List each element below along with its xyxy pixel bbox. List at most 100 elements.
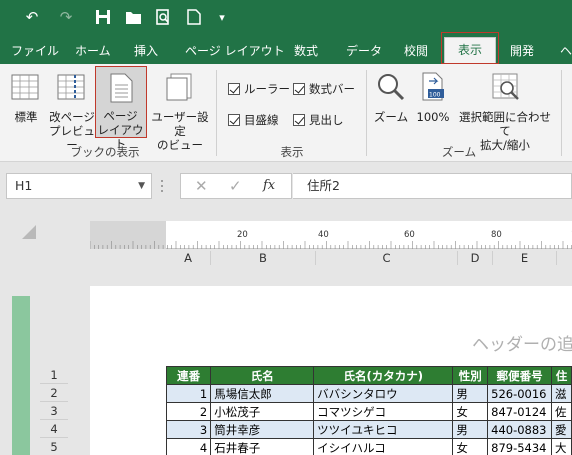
custom-views-label: ユーザー設定 のビュー (151, 110, 209, 152)
title-bar: ↶ ↷ ▾ (0, 0, 572, 36)
name-box-value: H1 (15, 178, 33, 193)
column-header-b[interactable]: B (211, 251, 316, 265)
page-break-preview-button[interactable]: 改ページ プレビュー (48, 70, 96, 152)
tab-home[interactable]: ホーム (75, 42, 111, 62)
table-cell[interactable]: 愛 (551, 420, 572, 439)
headings-checkbox-label: 見出し (309, 113, 344, 127)
table-row: 4 石井春子 イシイハルコ 女 879-5434 大 (165, 438, 572, 455)
header-cell[interactable]: 連番 (165, 366, 212, 385)
table-cell[interactable]: 440-0883 (487, 420, 553, 439)
table-cell[interactable]: 3 (165, 420, 212, 439)
gridlines-check-icon (228, 114, 240, 126)
table-cell[interactable]: 大 (551, 438, 572, 455)
ruler-number: 60 (404, 230, 415, 240)
zoom-to-selection-button[interactable]: 選択範囲に合わせて 拡大/縮小 (455, 70, 555, 152)
header-cell[interactable]: 郵便番号 (487, 366, 553, 385)
table-cell[interactable]: 小松茂子 (210, 402, 315, 421)
table-cell[interactable]: 男 (452, 384, 489, 403)
book-view-group-label: ブックの表示 (70, 145, 140, 159)
tab-insert[interactable]: 挿入 (134, 42, 158, 62)
column-header-a[interactable]: A (166, 251, 211, 265)
show-group-label: 表示 (280, 145, 304, 159)
cancel-icon[interactable]: ✕ (195, 177, 208, 195)
gridlines-checkbox[interactable]: 目盛線 (228, 112, 279, 128)
column-header-e[interactable]: E (493, 251, 557, 265)
page-layout-view-button[interactable]: ページ レイアウト (95, 66, 147, 151)
vertical-ruler-shade (12, 296, 30, 455)
add-header-placeholder[interactable]: ヘッダーの追加 (472, 330, 572, 355)
customize-qat-icon[interactable]: ▾ (214, 6, 230, 28)
name-box-dropdown-icon[interactable]: ▼ (138, 174, 145, 198)
vertical-ruler (0, 286, 30, 455)
name-box[interactable]: H1 ▼ (6, 173, 152, 199)
header-cell[interactable]: 住 (551, 366, 572, 385)
table-row: 1 馬場信太郎 ババシンタロウ 男 526-0016 滋 (165, 384, 572, 403)
header-cell[interactable]: 氏名 (210, 366, 315, 385)
table-row: 3 筒井幸彦 ツツイユキヒコ 男 440-0883 愛 (165, 420, 572, 439)
formula-input[interactable]: 住所2 (293, 173, 572, 199)
ruler-number: 80 (491, 230, 502, 240)
table-cell[interactable]: ババシンタロウ (313, 384, 454, 403)
header-cell[interactable]: 性別 (452, 366, 489, 385)
zoom-to-selection-icon (492, 73, 519, 100)
normal-view-button[interactable]: 標準 (4, 70, 48, 136)
row-header-4[interactable]: 4 (40, 420, 68, 438)
table-cell[interactable]: 2 (165, 402, 212, 421)
custom-views-button[interactable]: ユーザー設定 のビュー (148, 70, 212, 152)
table-cell[interactable]: ツツイユキヒコ (313, 420, 454, 439)
save-icon[interactable] (92, 6, 114, 28)
column-header-d[interactable]: D (458, 251, 493, 265)
select-all-icon[interactable] (22, 225, 36, 239)
new-file-icon[interactable] (184, 6, 204, 28)
table-cell[interactable]: 4 (165, 438, 212, 455)
enter-icon[interactable]: ✓ (229, 177, 242, 195)
row-header-2[interactable]: 2 (40, 384, 68, 402)
table-cell[interactable]: 847-0124 (487, 402, 553, 421)
tab-formulas[interactable]: 数式 (294, 42, 318, 62)
header-cell[interactable]: 氏名(カタカナ) (313, 366, 454, 385)
headings-checkbox[interactable]: 見出し (293, 112, 344, 128)
normal-view-label: 標準 (14, 110, 38, 124)
table-cell[interactable]: 馬場信太郎 (210, 384, 315, 403)
tab-help[interactable]: ヘ (560, 42, 572, 62)
tab-page-layout[interactable]: ページ レイアウト (185, 42, 285, 62)
ribbon-separator (561, 70, 562, 156)
ruler-checkbox-label: ルーラー (244, 82, 290, 96)
row-header-5[interactable]: 5 (40, 438, 68, 455)
ruler-checkbox[interactable]: ルーラー (228, 81, 290, 97)
headings-check-icon (293, 114, 305, 126)
row-header-3[interactable]: 3 (40, 402, 68, 420)
table-cell[interactable]: 筒井幸彦 (210, 420, 315, 439)
table-cell[interactable]: 526-0016 (487, 384, 553, 403)
print-preview-icon[interactable] (152, 6, 174, 28)
table-cell[interactable]: イシイハルコ (313, 438, 454, 455)
zoom-100-label: 100% (416, 110, 450, 124)
table-cell[interactable]: 石井春子 (210, 438, 315, 455)
ruler-check-icon (228, 83, 240, 95)
row-header-1[interactable]: 1 (40, 366, 68, 384)
table-cell[interactable]: 佐 (551, 402, 572, 421)
table-cell[interactable]: 女 (452, 402, 489, 421)
table-cell[interactable]: コマツシゲコ (313, 402, 454, 421)
undo-icon[interactable]: ↶ (20, 6, 44, 28)
zoom-button[interactable]: ズーム (372, 70, 410, 136)
column-header-c[interactable]: C (316, 251, 458, 265)
zoom-100-button[interactable]: 100 100% (414, 70, 452, 136)
insert-function-icon[interactable]: fx (263, 178, 275, 193)
table-cell[interactable]: 879-5434 (487, 438, 553, 455)
formula-bar-checkbox[interactable]: 数式バー (293, 81, 355, 97)
tab-data[interactable]: データ (346, 42, 382, 62)
table-cell[interactable]: 1 (165, 384, 212, 403)
table-cell[interactable]: 滋 (551, 384, 572, 403)
tab-view[interactable]: 表示 (444, 37, 496, 64)
svg-text:100: 100 (429, 92, 441, 99)
table-cell[interactable]: 女 (452, 438, 489, 455)
tab-review[interactable]: 校閲 (404, 42, 428, 62)
formula-bar-grip-icon[interactable] (160, 179, 164, 193)
redo-icon[interactable]: ↷ (54, 6, 78, 28)
open-icon[interactable] (122, 6, 144, 28)
tab-developer[interactable]: 開発 (510, 42, 534, 62)
ruler-number: 20 (237, 230, 248, 240)
tab-file[interactable]: ファイル (11, 42, 59, 62)
table-cell[interactable]: 男 (452, 420, 489, 439)
